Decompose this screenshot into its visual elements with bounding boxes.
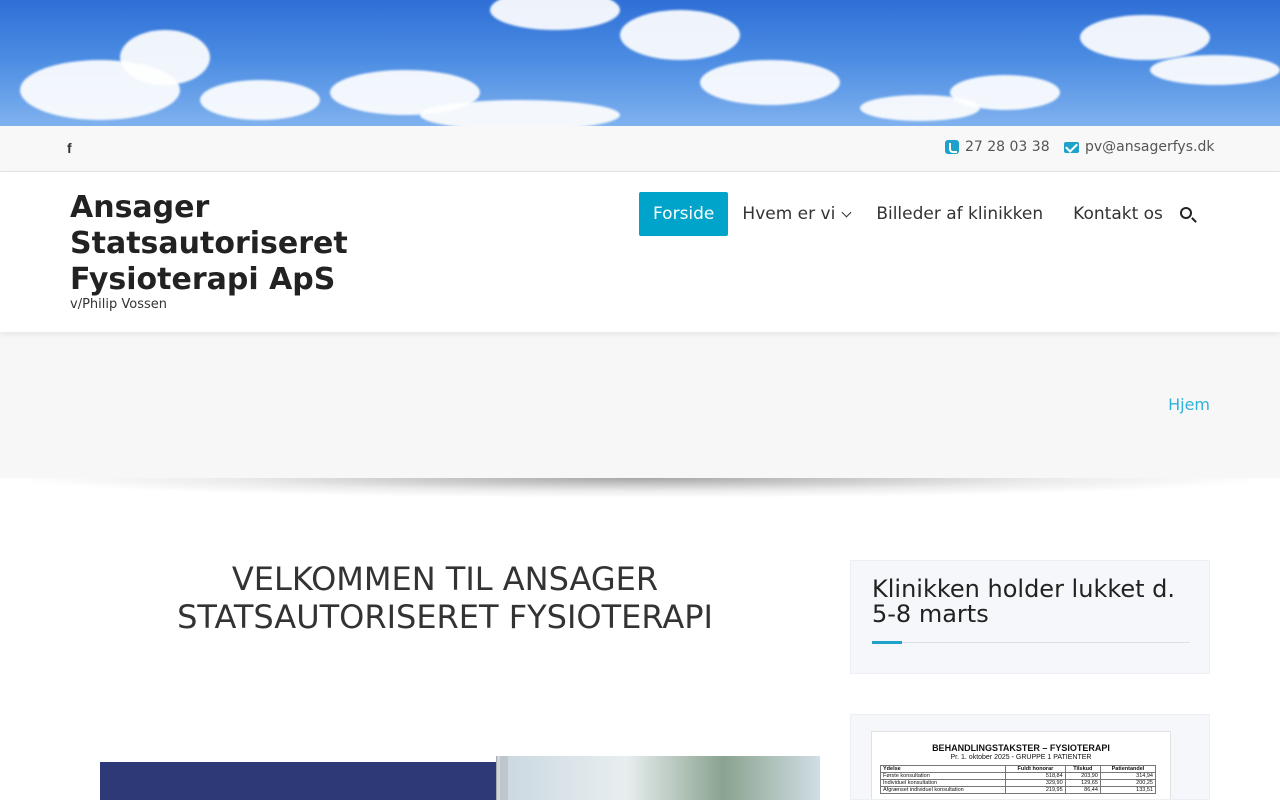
table-row: Individuel konsultation 329,90 129,65 20… [879, 779, 1157, 787]
nav-item-forside[interactable]: Forside [639, 192, 729, 236]
table-cell: 203,90 [1064, 772, 1101, 780]
breadcrumb-home[interactable]: Hjem [1168, 395, 1210, 414]
nav-item-billeder[interactable]: Billeder af klinikken [862, 192, 1057, 236]
search-icon[interactable] [1180, 207, 1192, 219]
table-cell: 129,65 [1064, 779, 1101, 787]
email-address[interactable]: pv@ansagerfys.dk [1085, 139, 1214, 155]
table-cell: Individuel konsultation [879, 779, 1007, 787]
hero-sky-image [0, 0, 1280, 126]
table-row: Første konsultation 518,84 203,90 314,94 [879, 772, 1157, 780]
column-header: Tilskud [1064, 765, 1101, 773]
price-list-title: BEHANDLINGSTAKSTER – FYSIOTERAPI [932, 743, 1110, 753]
chevron-down-icon [841, 207, 852, 218]
page-title: VELKOMMEN TIL ANSAGER STATSAUTORISERET F… [177, 560, 713, 636]
price-table: Ydelse Fuldt honorar Tilskud Patientande… [879, 765, 1157, 794]
table-cell: 133,51 [1099, 786, 1157, 794]
top-bar: f 27 28 03 38 pv@ansagerfys.dk [0, 126, 1280, 172]
price-widget: BEHANDLINGSTAKSTER – FYSIOTERAPI Pr. 1. … [850, 714, 1210, 800]
widget-accent-bar [872, 641, 902, 644]
table-cell: 518,84 [1005, 772, 1066, 780]
page-banner: Hjem [0, 332, 1280, 478]
facebook-icon[interactable]: f [67, 140, 81, 158]
column-header: Fuldt honorar [1005, 765, 1066, 773]
table-cell: Afgrænset individuel konsultation [879, 786, 1007, 794]
clinic-photo [80, 756, 820, 800]
site-title[interactable]: Ansager Statsautoriseret Fysioterapi ApS [70, 190, 360, 298]
divider-shadow [0, 478, 1280, 498]
table-cell: 86,44 [1064, 786, 1101, 794]
nav-item-kontakt[interactable]: Kontakt os [1057, 192, 1177, 236]
phone-number[interactable]: 27 28 03 38 [965, 139, 1050, 155]
table-cell: Første konsultation [879, 772, 1007, 780]
column-header: Ydelse [879, 765, 1007, 773]
table-cell: 329,90 [1005, 779, 1066, 787]
table-header-row: Ydelse Fuldt honorar Tilskud Patientande… [879, 765, 1157, 773]
nav-item-label: Hvem er vi [742, 204, 836, 224]
email-contact[interactable]: pv@ansagerfys.dk [1064, 139, 1214, 155]
table-cell: 219,95 [1005, 786, 1066, 794]
column-header: Patientandel [1099, 765, 1157, 773]
envelope-icon [1064, 141, 1079, 153]
table-cell: 200,25 [1099, 779, 1157, 787]
table-row: Afgrænset individuel konsultation 219,95… [879, 786, 1157, 794]
nav-item-hvem-er-vi[interactable]: Hvem er vi [728, 192, 862, 236]
site-header: Ansager Statsautoriseret Fysioterapi ApS… [0, 172, 1280, 332]
phone-contact[interactable]: 27 28 03 38 [945, 139, 1050, 155]
notice-title: Klinikken holder lukket d. 5-8 marts [872, 575, 1176, 628]
notice-widget: Klinikken holder lukket d. 5-8 marts [850, 560, 1210, 674]
price-list-image[interactable]: BEHANDLINGSTAKSTER – FYSIOTERAPI Pr. 1. … [871, 731, 1171, 799]
main-nav: Forside Hvem er vi Billeder af klinikken… [639, 192, 1177, 236]
widget-divider [872, 642, 1190, 643]
price-list-subtitle: Pr. 1. oktober 2025 - GRUPPE 1 PATIENTER [950, 754, 1092, 761]
site-tagline: v/Philip Vossen [70, 297, 167, 312]
phone-icon [945, 140, 959, 154]
table-cell: 314,94 [1099, 772, 1157, 780]
